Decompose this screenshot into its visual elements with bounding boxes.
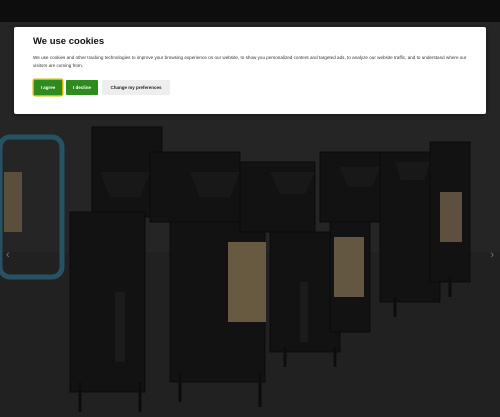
cookie-description: We use cookies and other tracking techno…: [33, 55, 467, 68]
agree-button[interactable]: I agree: [34, 80, 62, 95]
chevron-right-icon[interactable]: ›: [490, 250, 494, 261]
decline-button[interactable]: I decline: [66, 80, 98, 95]
change-preferences-button[interactable]: Change my preferences: [102, 80, 170, 95]
cookie-consent-dialog: We use cookies We use cookies and other …: [14, 27, 486, 114]
page: ‹ › We use cookies We use cookies and ot…: [0, 0, 500, 417]
chevron-left-icon[interactable]: ‹: [6, 250, 10, 261]
cookie-title: We use cookies: [33, 36, 105, 47]
